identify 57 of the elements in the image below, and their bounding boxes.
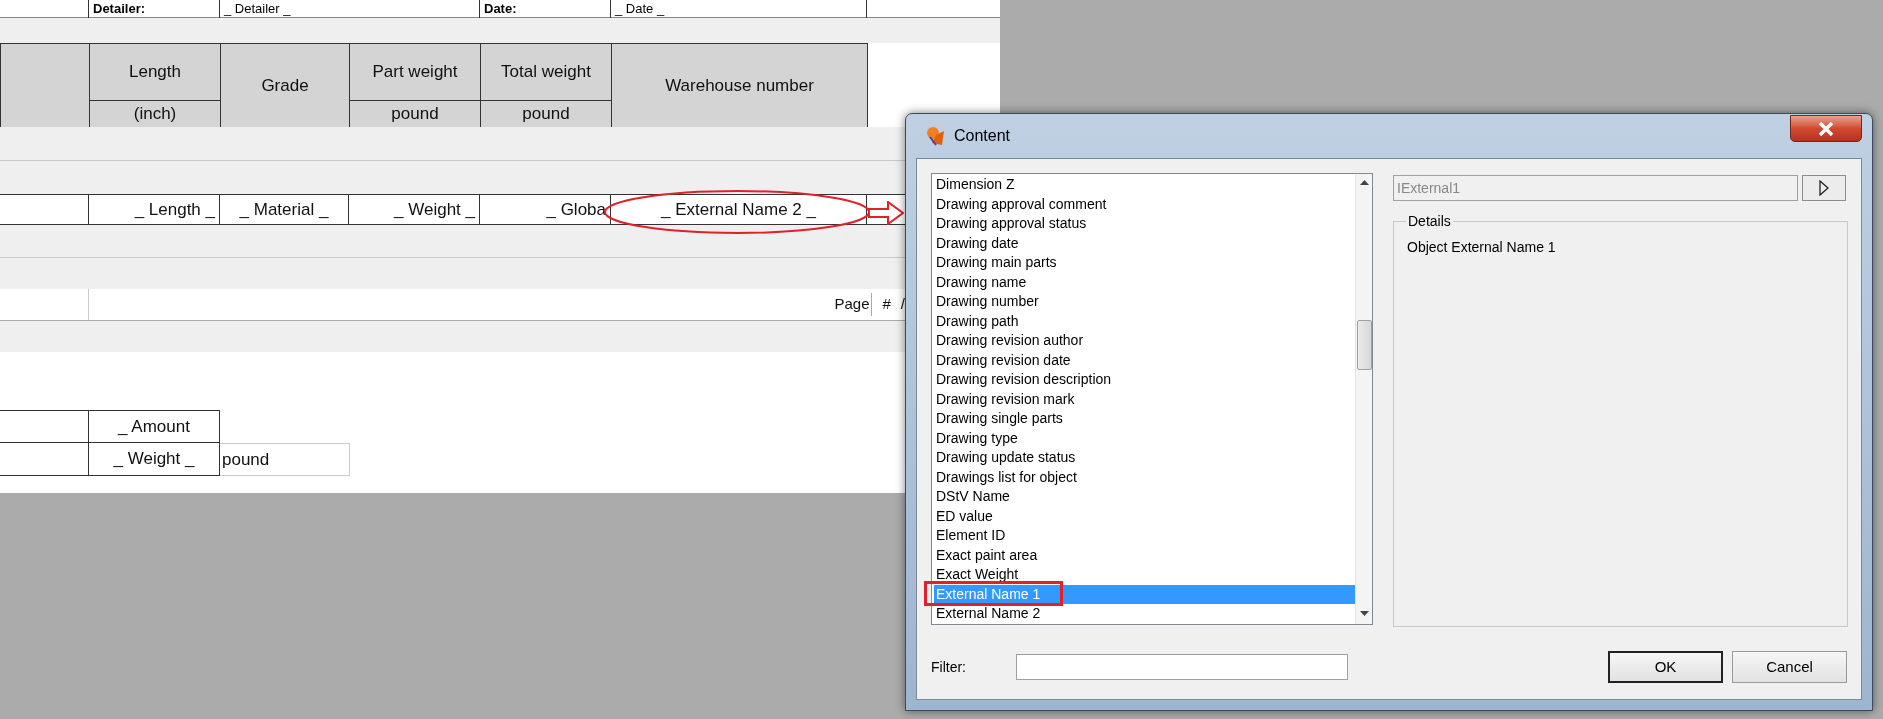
- list-item[interactable]: Drawing number: [934, 292, 1355, 312]
- list-item[interactable]: DStV Name: [934, 487, 1355, 507]
- list-item[interactable]: Drawings list for object: [934, 467, 1355, 487]
- filter-field[interactable]: [1016, 654, 1348, 680]
- dialog-button[interactable]: OK: [1608, 651, 1723, 683]
- scroll-thumb[interactable]: [1356, 320, 1372, 370]
- scrollbar[interactable]: [1355, 174, 1372, 624]
- window-title: Content: [954, 126, 1011, 146]
- list-item[interactable]: Drawing revision author: [934, 331, 1355, 351]
- details-text: Object External Name 1: [1407, 238, 1556, 257]
- list-item[interactable]: Exact Weight: [934, 565, 1355, 585]
- list-item[interactable]: ED value: [934, 506, 1355, 526]
- column-header: Grade: [221, 44, 350, 128]
- table-cell: _ Material _: [220, 195, 349, 224]
- column-header: Total weight: [481, 44, 612, 101]
- list-item[interactable]: Drawing name: [934, 272, 1355, 292]
- list-item[interactable]: Dimension Z: [934, 175, 1355, 195]
- scroll-down-icon[interactable]: [1359, 611, 1369, 616]
- list-item[interactable]: Exact paint area: [934, 545, 1355, 565]
- table-cell: _ Weight _: [89, 443, 220, 476]
- play-icon: [1819, 180, 1829, 196]
- list-item[interactable]: Drawing path: [934, 311, 1355, 331]
- column-header: Length: [90, 44, 221, 101]
- list-item[interactable]: Drawing revision description: [934, 370, 1355, 390]
- list-item[interactable]: External Name 2: [934, 604, 1355, 624]
- column-header: Part weight: [350, 44, 481, 101]
- list-item[interactable]: Drawing approval status: [934, 214, 1355, 234]
- list-item[interactable]: Drawing revision mark: [934, 389, 1355, 409]
- page-number-text: Page: [834, 293, 873, 316]
- filter-label: Filter:: [931, 657, 967, 677]
- page-number-text: /: [900, 294, 905, 315]
- list-item[interactable]: Drawing single parts: [934, 409, 1355, 429]
- list-item[interactable]: Drawing main parts: [934, 253, 1355, 273]
- column-unit: pound: [350, 101, 481, 128]
- column-unit: pound: [481, 101, 612, 128]
- list-item[interactable]: Drawing update status: [934, 448, 1355, 468]
- list-item[interactable]: Drawing approval comment: [934, 194, 1355, 214]
- scroll-up-icon[interactable]: [1359, 180, 1369, 185]
- dialog-button[interactable]: Cancel: [1732, 651, 1847, 683]
- table-cell: _ Globa: [480, 195, 611, 224]
- list-item[interactable]: Element ID: [934, 526, 1355, 546]
- table-cell: _ Weight _: [349, 195, 480, 224]
- table-cell: pound: [220, 443, 350, 476]
- close-button[interactable]: [1790, 115, 1862, 142]
- close-icon: [1818, 121, 1834, 136]
- list-item[interactable]: Drawing date: [934, 233, 1355, 253]
- table-cell: _ Amount: [89, 410, 220, 443]
- column-unit: (inch): [90, 101, 221, 128]
- play-button[interactable]: [1802, 175, 1846, 201]
- table-cell: _ External Name 2 _: [611, 195, 867, 224]
- content-list[interactable]: [931, 173, 1373, 625]
- app-icon: [924, 125, 946, 147]
- table-cell: _ Length _: [89, 195, 220, 224]
- list-item[interactable]: Drawing type: [934, 428, 1355, 448]
- list-item[interactable]: Drawing revision date: [934, 350, 1355, 370]
- page-number-text: #: [882, 294, 891, 315]
- column-header: Warehouse number: [612, 44, 868, 128]
